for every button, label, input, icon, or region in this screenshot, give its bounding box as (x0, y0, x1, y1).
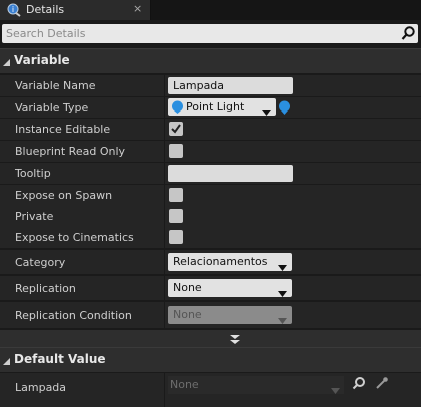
chevron-down-icon (278, 259, 287, 277)
section-variable[interactable]: Variable (0, 48, 421, 73)
collapse-arrow-icon[interactable] (3, 356, 11, 369)
lampada-asset-dropdown: None (168, 376, 344, 394)
row-label: Replication (15, 282, 76, 295)
row-expose-on-spawn: Expose on Spawn (0, 185, 421, 206)
section-title: Default Value (14, 352, 106, 366)
variable-type-dropdown[interactable]: Point Light (168, 98, 276, 116)
row-lampada-default: Lampada None (0, 373, 421, 407)
chevron-down-icon (278, 285, 287, 303)
column-divider[interactable] (164, 75, 165, 96)
column-divider[interactable] (164, 206, 165, 227)
blueprint-read-only-checkbox[interactable] (169, 144, 183, 158)
replication-dropdown[interactable]: None (168, 279, 292, 297)
tab-bar: i Details × (0, 0, 421, 20)
column-divider[interactable] (164, 373, 165, 407)
column-divider[interactable] (164, 141, 165, 162)
replication-condition-dropdown: None (168, 306, 292, 324)
row-replication-condition: Replication Condition None (0, 302, 421, 328)
variable-type-value: Point Light (186, 100, 245, 113)
lampada-value: None (170, 378, 199, 391)
column-divider[interactable] (164, 119, 165, 140)
tab-details[interactable]: i Details × (0, 0, 151, 20)
row-blueprint-read-only: Blueprint Read Only (0, 141, 421, 162)
row-variable-name: Variable Name Lampada (0, 75, 421, 96)
row-replication: Replication None (0, 276, 421, 300)
browse-search-icon[interactable] (352, 376, 366, 393)
row-label: Instance Editable (15, 123, 111, 136)
row-instance-editable: Instance Editable (0, 119, 421, 140)
row-label: Variable Name (15, 79, 96, 92)
search-icon[interactable] (401, 26, 416, 44)
chevron-down-icon (278, 312, 287, 330)
expand-advanced-icon[interactable] (229, 334, 241, 347)
expose-to-cinematics-checkbox[interactable] (169, 230, 183, 244)
details-icon: i (6, 3, 22, 20)
column-divider[interactable] (164, 97, 165, 118)
container-type-icon[interactable] (278, 100, 291, 118)
column-divider[interactable] (164, 276, 165, 300)
replication-value: None (173, 281, 202, 294)
section-default-value[interactable]: Default Value (0, 347, 421, 372)
chevron-down-icon (331, 382, 340, 400)
collapse-arrow-icon[interactable] (3, 57, 11, 70)
tab-close-button[interactable]: × (133, 2, 142, 15)
private-checkbox[interactable] (169, 209, 183, 223)
row-tooltip: Tooltip (0, 163, 421, 184)
search-input[interactable] (6, 25, 394, 41)
row-label: Tooltip (15, 167, 51, 180)
row-label: Blueprint Read Only (15, 145, 126, 158)
column-divider[interactable] (164, 250, 165, 274)
row-label: Replication Condition (15, 309, 132, 322)
instance-editable-checkbox[interactable] (169, 122, 183, 136)
object-reference-pin-icon (171, 100, 184, 120)
expose-on-spawn-checkbox[interactable] (169, 188, 183, 202)
row-variable-type: Variable Type Point Light (0, 97, 421, 118)
section-title: Variable (14, 53, 70, 67)
column-divider[interactable] (164, 163, 165, 184)
row-private: Private (0, 206, 421, 227)
row-label: Variable Type (15, 101, 89, 114)
row-expose-to-cinematics: Expose to Cinematics (0, 227, 421, 248)
column-divider[interactable] (164, 302, 165, 328)
search-box (2, 24, 418, 43)
row-label: Expose on Spawn (15, 189, 113, 202)
checkmark-icon (171, 124, 181, 134)
tab-title: Details (26, 3, 65, 16)
row-label: Expose to Cinematics (15, 231, 134, 244)
row-label: Private (15, 210, 54, 223)
category-value: Relacionamentos (173, 255, 268, 268)
row-label: Category (15, 256, 66, 269)
svg-text:i: i (12, 5, 14, 14)
category-dropdown[interactable]: Relacionamentos (168, 253, 292, 271)
replication-condition-value: None (173, 308, 202, 321)
column-divider[interactable] (164, 227, 165, 248)
variable-name-field[interactable]: Lampada (168, 77, 293, 94)
row-category: Category Relacionamentos (0, 250, 421, 274)
column-divider[interactable] (164, 185, 165, 206)
tooltip-field[interactable] (168, 165, 293, 182)
eyedropper-icon[interactable] (375, 376, 389, 393)
advanced-expander[interactable] (0, 330, 421, 347)
row-label: Lampada (15, 381, 67, 394)
